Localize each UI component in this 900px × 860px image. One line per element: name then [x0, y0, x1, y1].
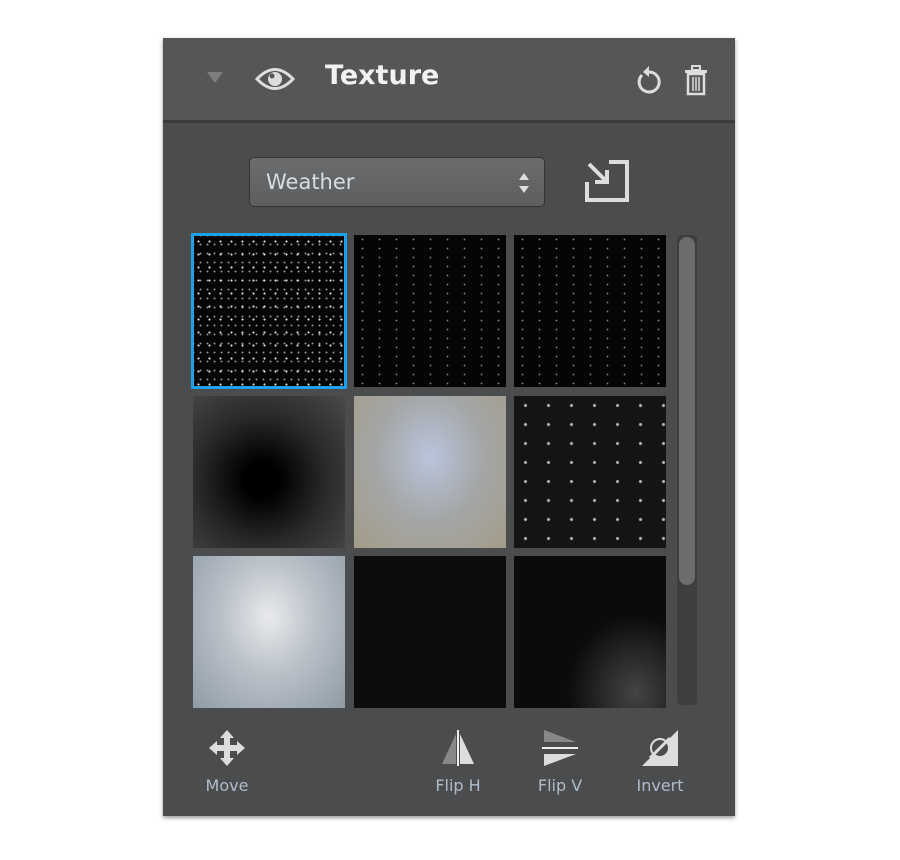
texture-thumbnail[interactable] [193, 396, 345, 548]
invert-button[interactable]: Invert [620, 728, 700, 795]
flip-v-button[interactable]: Flip V [520, 728, 600, 795]
texture-thumbnail[interactable] [514, 556, 666, 708]
flip-vertical-icon [542, 730, 578, 766]
trash-icon[interactable] [684, 65, 708, 97]
move-button[interactable]: Move [187, 728, 267, 795]
chevron-updown-icon [519, 173, 529, 193]
category-select[interactable]: Weather [249, 157, 545, 207]
texture-thumbnail[interactable] [514, 235, 666, 387]
reset-icon[interactable] [633, 66, 661, 98]
texture-thumbnail[interactable] [193, 556, 345, 708]
panel-header: Texture [163, 38, 735, 123]
texture-thumbnail[interactable] [354, 235, 506, 387]
flip-h-button[interactable]: Flip H [418, 728, 498, 795]
texture-thumbnail[interactable] [354, 556, 506, 708]
scrollbar[interactable] [677, 235, 697, 705]
texture-thumbnail[interactable] [354, 396, 506, 548]
texture-grid [191, 233, 671, 709]
texture-thumbnail[interactable] [191, 233, 347, 389]
move-icon [209, 730, 245, 766]
scrollbar-thumb[interactable] [679, 237, 695, 585]
flip-horizontal-icon [442, 730, 474, 766]
eye-icon[interactable] [255, 66, 295, 92]
invert-icon [642, 730, 678, 766]
invert-label: Invert [636, 776, 684, 795]
triangle-down-icon[interactable] [207, 72, 223, 84]
panel-title: Texture [325, 60, 440, 91]
import-arrow-icon[interactable] [583, 158, 631, 204]
move-label: Move [205, 776, 249, 795]
flip-v-label: Flip V [537, 776, 583, 795]
texture-thumbnail[interactable] [514, 396, 666, 548]
category-select-value: Weather [266, 170, 355, 194]
flip-h-label: Flip H [435, 776, 481, 795]
texture-panel: Texture Weather Move Flip H Flip V Inver… [163, 38, 735, 816]
